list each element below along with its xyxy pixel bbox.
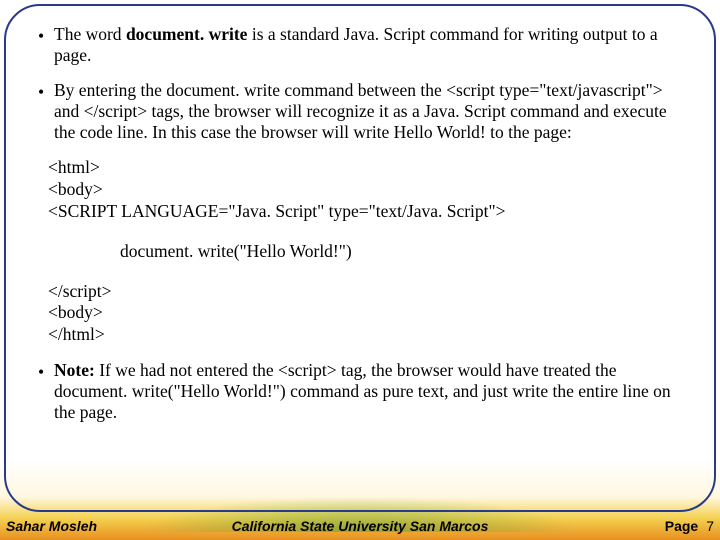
code-line: <body> xyxy=(48,302,690,324)
code-line: <body> xyxy=(48,179,690,201)
bullet-1-pre: The word xyxy=(54,24,126,44)
bullet-3-post: If we had not entered the <script> tag, … xyxy=(54,360,671,422)
bullet-2: • By entering the document. write comman… xyxy=(38,80,690,143)
slide-footer: Sahar Mosleh California State University… xyxy=(0,512,720,540)
code-line: <html> xyxy=(48,157,690,179)
bullet-3: • Note: If we had not entered the <scrip… xyxy=(38,360,690,423)
slide-frame: • The word document. write is a standard… xyxy=(4,4,716,512)
code-line: <SCRIPT LANGUAGE="Java. Script" type="te… xyxy=(48,201,690,223)
footer-institution: California State University San Marcos xyxy=(0,518,720,534)
bullet-dot-icon: • xyxy=(38,360,54,383)
code-example: <html> <body> <SCRIPT LANGUAGE="Java. Sc… xyxy=(48,157,690,346)
bullet-dot-icon: • xyxy=(38,24,54,47)
code-line: </html> xyxy=(48,324,690,346)
bullet-dot-icon: • xyxy=(38,80,54,103)
bullet-3-bold: Note: xyxy=(54,360,95,380)
code-line: document. write("Hello World!") xyxy=(120,241,690,263)
bullet-3-text: Note: If we had not entered the <script>… xyxy=(54,360,690,423)
bullet-1: • The word document. write is a standard… xyxy=(38,24,690,66)
code-line: </script> xyxy=(48,281,690,303)
bullet-1-bold: document. write xyxy=(126,24,248,44)
footer-page-label: Page xyxy=(665,518,698,534)
bullet-2-text: By entering the document. write command … xyxy=(54,80,690,143)
footer-page: Page 7 xyxy=(665,518,714,534)
footer-page-number: 7 xyxy=(706,518,714,534)
bullet-1-text: The word document. write is a standard J… xyxy=(54,24,690,66)
